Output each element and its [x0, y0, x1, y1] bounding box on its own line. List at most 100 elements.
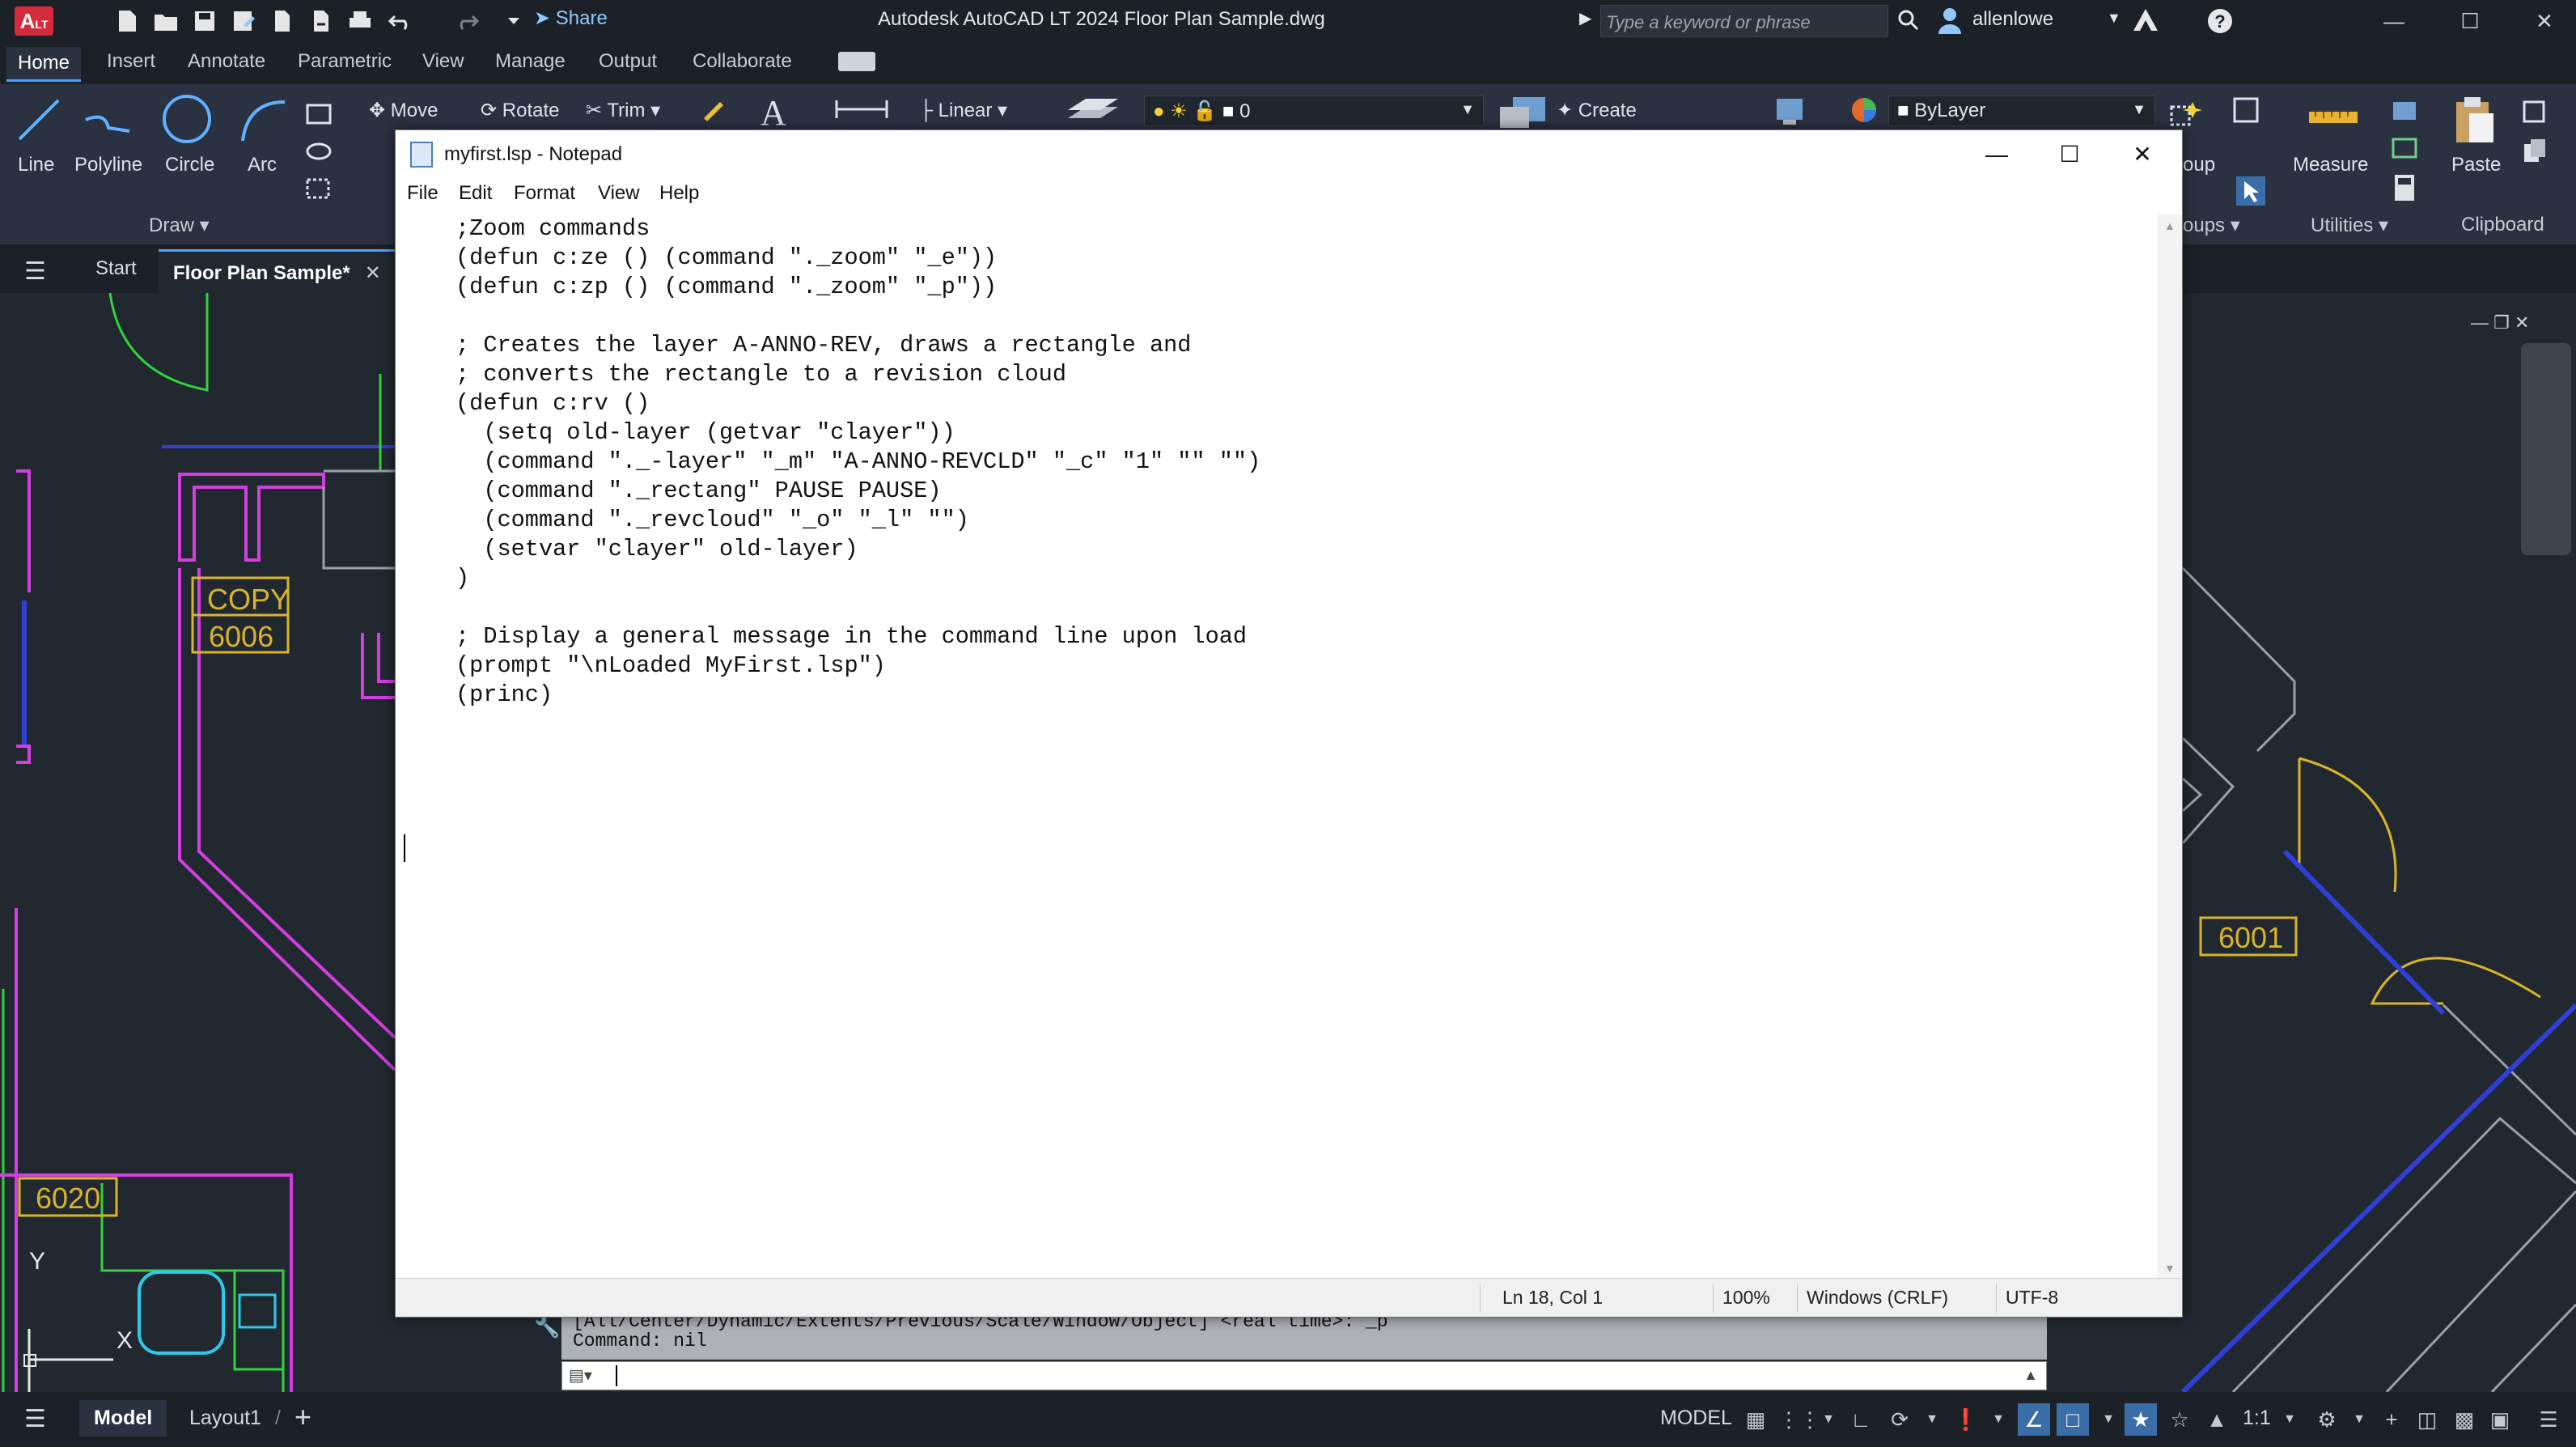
hatch-tool-icon[interactable]: [304, 139, 337, 163]
ribbon-minimize-icon[interactable]: [838, 52, 875, 71]
isodraft-icon[interactable]: ❗: [1950, 1403, 1982, 1436]
menu-help[interactable]: Help: [659, 182, 699, 205]
layer-dropdown[interactable]: ● ☀ 🔓 ■ 0 ▼: [1144, 95, 1484, 126]
autodesk-app-store-icon[interactable]: [2131, 6, 2160, 34]
command-customize-icon[interactable]: 🔧: [534, 1314, 561, 1347]
customization-menu-icon[interactable]: ☰: [2532, 1403, 2565, 1436]
paste-clipboard-icon[interactable]: [2451, 95, 2497, 146]
open-web-icon[interactable]: [269, 8, 296, 34]
isodraft-dropdown-icon[interactable]: ▼: [1982, 1403, 2015, 1436]
minimize-icon[interactable]: —: [2366, 3, 2422, 39]
expand-arrow-icon[interactable]: ▶: [1579, 8, 1591, 28]
ortho-icon[interactable]: ∟: [1845, 1403, 1877, 1436]
measure-button[interactable]: Measure: [2293, 154, 2368, 176]
panel-title-utilities[interactable]: Utilities ▾: [2311, 214, 2388, 237]
tab-close-icon[interactable]: ✕: [365, 262, 381, 284]
user-icon[interactable]: [1937, 6, 1963, 34]
snap-mode-icon[interactable]: ⋮⋮: [1778, 1403, 1820, 1436]
snap-dropdown-icon[interactable]: ▼: [1812, 1403, 1845, 1436]
layer-properties-icon[interactable]: [1065, 94, 1121, 129]
move-button[interactable]: ✥ Move: [369, 99, 438, 122]
tab-view[interactable]: View: [422, 50, 464, 73]
ungroup-icon[interactable]: [2231, 95, 2260, 125]
tab-model[interactable]: Model: [79, 1400, 167, 1436]
add-layout-icon[interactable]: +: [294, 1400, 311, 1434]
color-wheel-icon[interactable]: [1849, 95, 1879, 125]
share-button[interactable]: ➤ Share: [534, 6, 608, 30]
units-icon[interactable]: ◫: [2411, 1403, 2443, 1436]
notepad-vertical-scrollbar[interactable]: ▲ ▼: [2158, 214, 2182, 1279]
redo-icon[interactable]: [453, 8, 481, 34]
polar-tracking-icon[interactable]: ⟳: [1883, 1403, 1916, 1436]
tab-insert[interactable]: Insert: [107, 50, 155, 73]
scroll-up-icon[interactable]: ▲: [2164, 219, 2176, 232]
tab-output[interactable]: Output: [599, 50, 657, 73]
arc-button[interactable]: Arc: [248, 154, 277, 176]
save-icon[interactable]: [191, 8, 218, 34]
color-dropdown[interactable]: ■ ByLayer ▼: [1888, 95, 2155, 126]
tab-floor-plan-sample[interactable]: Floor Plan Sample* ✕: [159, 249, 396, 293]
menu-view[interactable]: View: [598, 182, 640, 205]
viewport-controls[interactable]: — ❐ ✕: [2471, 312, 2529, 333]
tab-collaborate[interactable]: Collaborate: [693, 50, 792, 73]
region-tool-icon[interactable]: [304, 176, 337, 201]
create-block-button[interactable]: ✦ Create: [1557, 99, 1637, 122]
user-name[interactable]: allenlowe: [1972, 8, 2053, 31]
rotate-button[interactable]: ⟳ Rotate: [481, 99, 560, 122]
auto-scale-icon[interactable]: ☆: [2163, 1403, 2196, 1436]
annotation-scale-value[interactable]: 1:1: [2243, 1407, 2271, 1430]
object-snap-tracking-icon[interactable]: ∠: [2018, 1403, 2050, 1436]
tab-start[interactable]: Start: [95, 257, 137, 280]
circle-tool-icon[interactable]: [160, 92, 214, 146]
annotation-scale-icon[interactable]: ▲: [2201, 1403, 2233, 1436]
properties-icon[interactable]: [1773, 95, 1806, 128]
tab-parametric[interactable]: Parametric: [298, 50, 392, 73]
open-folder-icon[interactable]: [152, 8, 180, 34]
maximize-icon[interactable]: ☐: [2442, 3, 2498, 39]
layout-list-icon[interactable]: ☰: [24, 1405, 46, 1433]
help-icon[interactable]: ?: [2205, 6, 2235, 36]
scroll-down-icon[interactable]: ▼: [2164, 1262, 2176, 1275]
notepad-maximize-icon[interactable]: ☐: [2033, 134, 2106, 176]
customize-quick-access-icon[interactable]: [500, 8, 527, 34]
osnap-dropdown-icon[interactable]: ▼: [2092, 1403, 2125, 1436]
measure-ruler-icon[interactable]: [2307, 100, 2359, 133]
trim-button[interactable]: ✂ Trim ▾: [586, 99, 660, 122]
arc-tool-icon[interactable]: [235, 95, 291, 144]
copy-clip-icon[interactable]: [2521, 138, 2548, 165]
workspace-dropdown-icon[interactable]: ▼: [2343, 1403, 2375, 1436]
paste-button[interactable]: Paste: [2451, 154, 2501, 176]
menu-file[interactable]: File: [407, 182, 439, 205]
text-tool-icon[interactable]: A: [761, 92, 786, 134]
rectangle-tool-icon[interactable]: [304, 102, 337, 126]
polyline-button[interactable]: Polyline: [74, 154, 142, 176]
grid-icon[interactable]: ▦: [1739, 1403, 1772, 1436]
tab-manage[interactable]: Manage: [495, 50, 566, 73]
scale-dropdown-icon[interactable]: ▼: [2273, 1403, 2306, 1436]
linear-dimension-button[interactable]: ├ Linear ▾: [919, 99, 1007, 122]
polyline-tool-icon[interactable]: [81, 95, 138, 144]
select-all-icon[interactable]: [2390, 134, 2419, 163]
autocad-logo-icon[interactable]: ALT: [15, 6, 53, 36]
save-as-icon[interactable]: [230, 8, 257, 34]
clean-screen-icon[interactable]: ▣: [2484, 1403, 2516, 1436]
tab-layout1[interactable]: Layout1: [189, 1407, 261, 1430]
calculator-icon[interactable]: [2390, 173, 2419, 202]
workspace-gear-icon[interactable]: ⚙: [2311, 1403, 2343, 1436]
group-select-icon[interactable]: [2235, 175, 2267, 207]
object-snap-icon[interactable]: □: [2057, 1403, 2089, 1436]
annotation-visibility-icon[interactable]: ★: [2125, 1403, 2157, 1436]
notepad-close-icon[interactable]: ✕: [2106, 134, 2179, 176]
close-icon[interactable]: ✕: [2516, 3, 2573, 39]
circle-button[interactable]: Circle: [165, 154, 214, 176]
notepad-minimize-icon[interactable]: —: [1960, 134, 2033, 176]
plot-icon[interactable]: [346, 8, 374, 34]
new-file-icon[interactable]: [113, 8, 141, 34]
command-history-toggle-icon[interactable]: ▲: [2023, 1367, 2038, 1384]
user-dropdown-icon[interactable]: ▼: [2107, 10, 2121, 27]
search-input[interactable]: Type a keyword or phrase: [1600, 5, 1888, 37]
save-web-icon[interactable]: [307, 8, 335, 34]
undo-icon[interactable]: [387, 8, 414, 34]
command-prompt-icon[interactable]: ▤▾: [569, 1365, 609, 1386]
tab-home[interactable]: Home: [6, 47, 82, 82]
